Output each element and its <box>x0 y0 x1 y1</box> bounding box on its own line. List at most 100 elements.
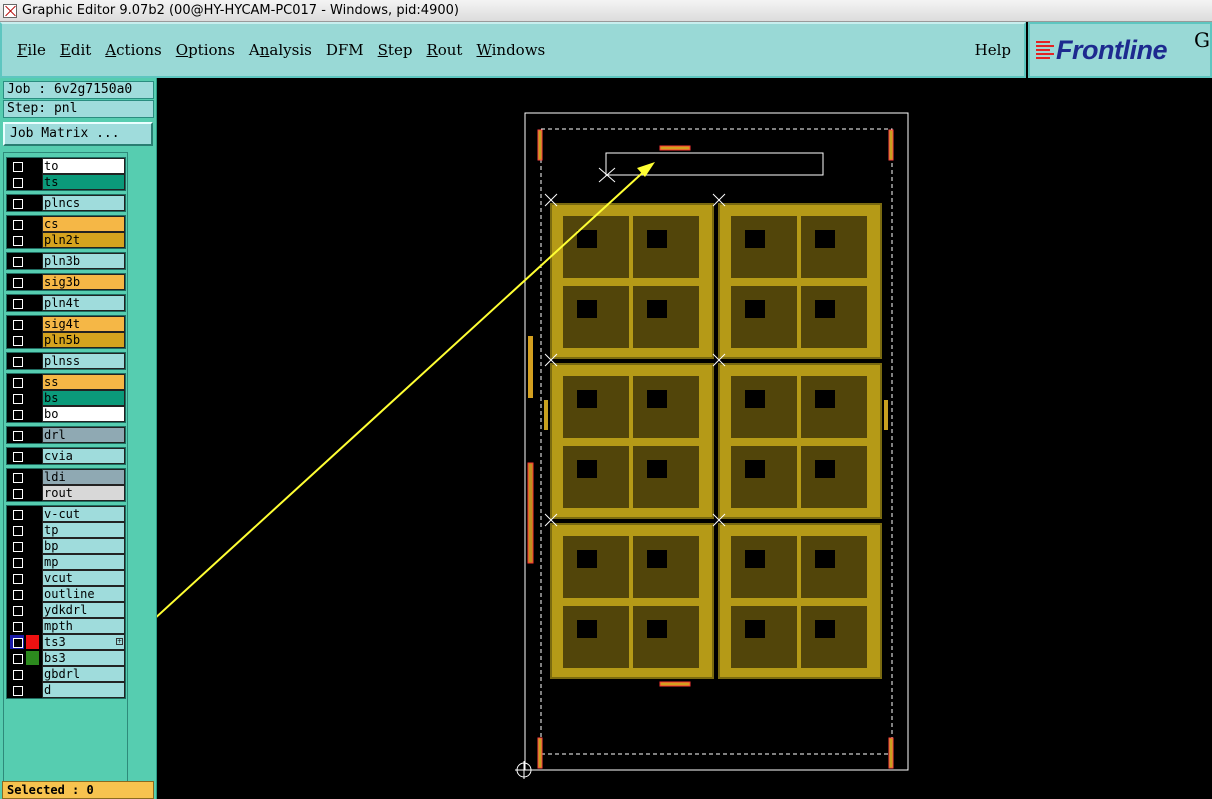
corner-fiducial <box>888 129 894 161</box>
layer-row-sig3b[interactable]: sig3b <box>7 274 125 290</box>
layer-checkbox[interactable] <box>10 486 24 500</box>
layer-checkbox[interactable] <box>10 233 24 247</box>
layer-row-d[interactable]: d <box>7 682 125 698</box>
layer-row-rout[interactable]: rout <box>7 485 125 501</box>
layer-row-ts[interactable]: ts <box>7 174 125 190</box>
menu-file[interactable]: File <box>10 40 53 60</box>
layer-color-swatch <box>26 523 39 537</box>
chip-core <box>647 230 667 248</box>
layer-checkbox[interactable] <box>10 407 24 421</box>
layer-row-cvia[interactable]: cvia <box>7 448 125 464</box>
layer-row-sig4t[interactable]: sig4t <box>7 316 125 332</box>
layer-checkbox[interactable] <box>10 523 24 537</box>
layer-checkbox[interactable] <box>10 470 24 484</box>
layer-checkbox[interactable] <box>10 333 24 347</box>
layer-row-plncs[interactable]: plncs <box>7 195 125 211</box>
menu-options[interactable]: Options <box>169 40 242 60</box>
layer-name: ss <box>42 374 125 390</box>
layer-checkbox[interactable] <box>10 449 24 463</box>
layer-checkbox[interactable] <box>10 175 24 189</box>
layer-row-bs[interactable]: bs <box>7 390 125 406</box>
menu-edit[interactable]: Edit <box>53 40 98 60</box>
menu-actions[interactable]: Actions <box>98 40 168 60</box>
menu-items: File Edit Actions Options Analysis DFM Step Rou… <box>10 40 552 60</box>
layer-name: sig3b <box>42 274 125 290</box>
layer-color-swatch <box>26 507 39 521</box>
corner-fiducial <box>537 129 543 161</box>
layer-checkbox[interactable] <box>10 391 24 405</box>
layer-name: mp <box>42 554 125 570</box>
layer-row-v-cut[interactable]: v-cut <box>7 506 125 522</box>
layer-row-ss[interactable]: ss <box>7 374 125 390</box>
menu-analysis[interactable]: Analysis <box>242 40 319 60</box>
layer-name: vcut <box>42 570 125 586</box>
layer-row-bs3[interactable]: bs3 <box>7 650 125 666</box>
layer-row-mpth[interactable]: mpth <box>7 618 125 634</box>
layer-name: bs3 <box>42 650 125 666</box>
layer-checkbox[interactable] <box>10 354 24 368</box>
layer-checkbox[interactable] <box>10 555 24 569</box>
layer-row-tp[interactable]: tp <box>7 522 125 538</box>
left-side-marker-2 <box>527 462 534 564</box>
layer-checkbox[interactable] <box>10 159 24 173</box>
layer-checkbox[interactable] <box>10 587 24 601</box>
layer-checkbox[interactable] <box>10 296 24 310</box>
layer-checkbox[interactable] <box>10 683 24 697</box>
layer-color-swatch <box>26 587 39 601</box>
layer-checkbox[interactable] <box>10 635 24 649</box>
layer-group: ldi rout <box>6 468 126 502</box>
layer-row-plnss[interactable]: plnss <box>7 353 125 369</box>
chip-core <box>745 390 765 408</box>
layer-row-ts3[interactable]: ts3 + <box>7 634 125 650</box>
layer-row-bo[interactable]: bo <box>7 406 125 422</box>
menu-dfm[interactable]: DFM <box>319 40 371 60</box>
layer-name: sig4t <box>42 316 125 332</box>
menu-step[interactable]: Step <box>371 40 420 60</box>
layer-color-swatch <box>26 571 39 585</box>
graphics-canvas[interactable] <box>157 78 1212 799</box>
layer-row-mp[interactable]: mp <box>7 554 125 570</box>
layer-expand-icon[interactable]: + <box>116 638 123 645</box>
layer-row-drl[interactable]: drl <box>7 427 125 443</box>
layer-row-ydkdrl[interactable]: ydkdrl <box>7 602 125 618</box>
layer-row-vcut[interactable]: vcut <box>7 570 125 586</box>
layer-name: ydkdrl <box>42 602 125 618</box>
chip-core <box>647 300 667 318</box>
layer-row-gbdrl[interactable]: gbdrl <box>7 666 125 682</box>
layer-checkbox[interactable] <box>10 275 24 289</box>
layer-checkbox[interactable] <box>10 651 24 665</box>
layer-row-bp[interactable]: bp <box>7 538 125 554</box>
layer-row-pln5b[interactable]: pln5b <box>7 332 125 348</box>
layer-group: cs pln2t <box>6 215 126 249</box>
layer-name: mpth <box>42 618 125 634</box>
layer-row-pln3b[interactable]: pln3b <box>7 253 125 269</box>
layer-checkbox[interactable] <box>10 254 24 268</box>
layer-color-swatch <box>26 217 39 231</box>
graphic-editor-window: Graphic Editor 9.07b2 (00@HY-HYCAM-PC017… <box>0 0 1212 799</box>
layer-row-to[interactable]: to <box>7 158 125 174</box>
layer-checkbox[interactable] <box>10 317 24 331</box>
menu-windows[interactable]: Windows <box>469 40 552 60</box>
layer-color-swatch <box>26 428 39 442</box>
layer-checkbox[interactable] <box>10 196 24 210</box>
layer-checkbox[interactable] <box>10 603 24 617</box>
layer-checkbox[interactable] <box>10 428 24 442</box>
layer-checkbox[interactable] <box>10 507 24 521</box>
layer-row-ldi[interactable]: ldi <box>7 469 125 485</box>
layer-checkbox[interactable] <box>10 571 24 585</box>
menu-help[interactable]: Help <box>968 40 1018 60</box>
layer-row-cs[interactable]: cs <box>7 216 125 232</box>
chip-core <box>745 460 765 478</box>
layer-name: ts3 <box>42 634 125 650</box>
layer-row-pln4t[interactable]: pln4t <box>7 295 125 311</box>
layer-checkbox[interactable] <box>10 217 24 231</box>
job-matrix-button[interactable]: Job Matrix ... <box>3 122 153 146</box>
layer-checkbox[interactable] <box>10 375 24 389</box>
layer-row-outline[interactable]: outline <box>7 586 125 602</box>
menu-rout[interactable]: Rout <box>419 40 469 60</box>
layer-checkbox[interactable] <box>10 667 24 681</box>
layer-row-pln2t[interactable]: pln2t <box>7 232 125 248</box>
layer-checkbox[interactable] <box>10 539 24 553</box>
layer-name: to <box>42 158 125 174</box>
layer-checkbox[interactable] <box>10 619 24 633</box>
